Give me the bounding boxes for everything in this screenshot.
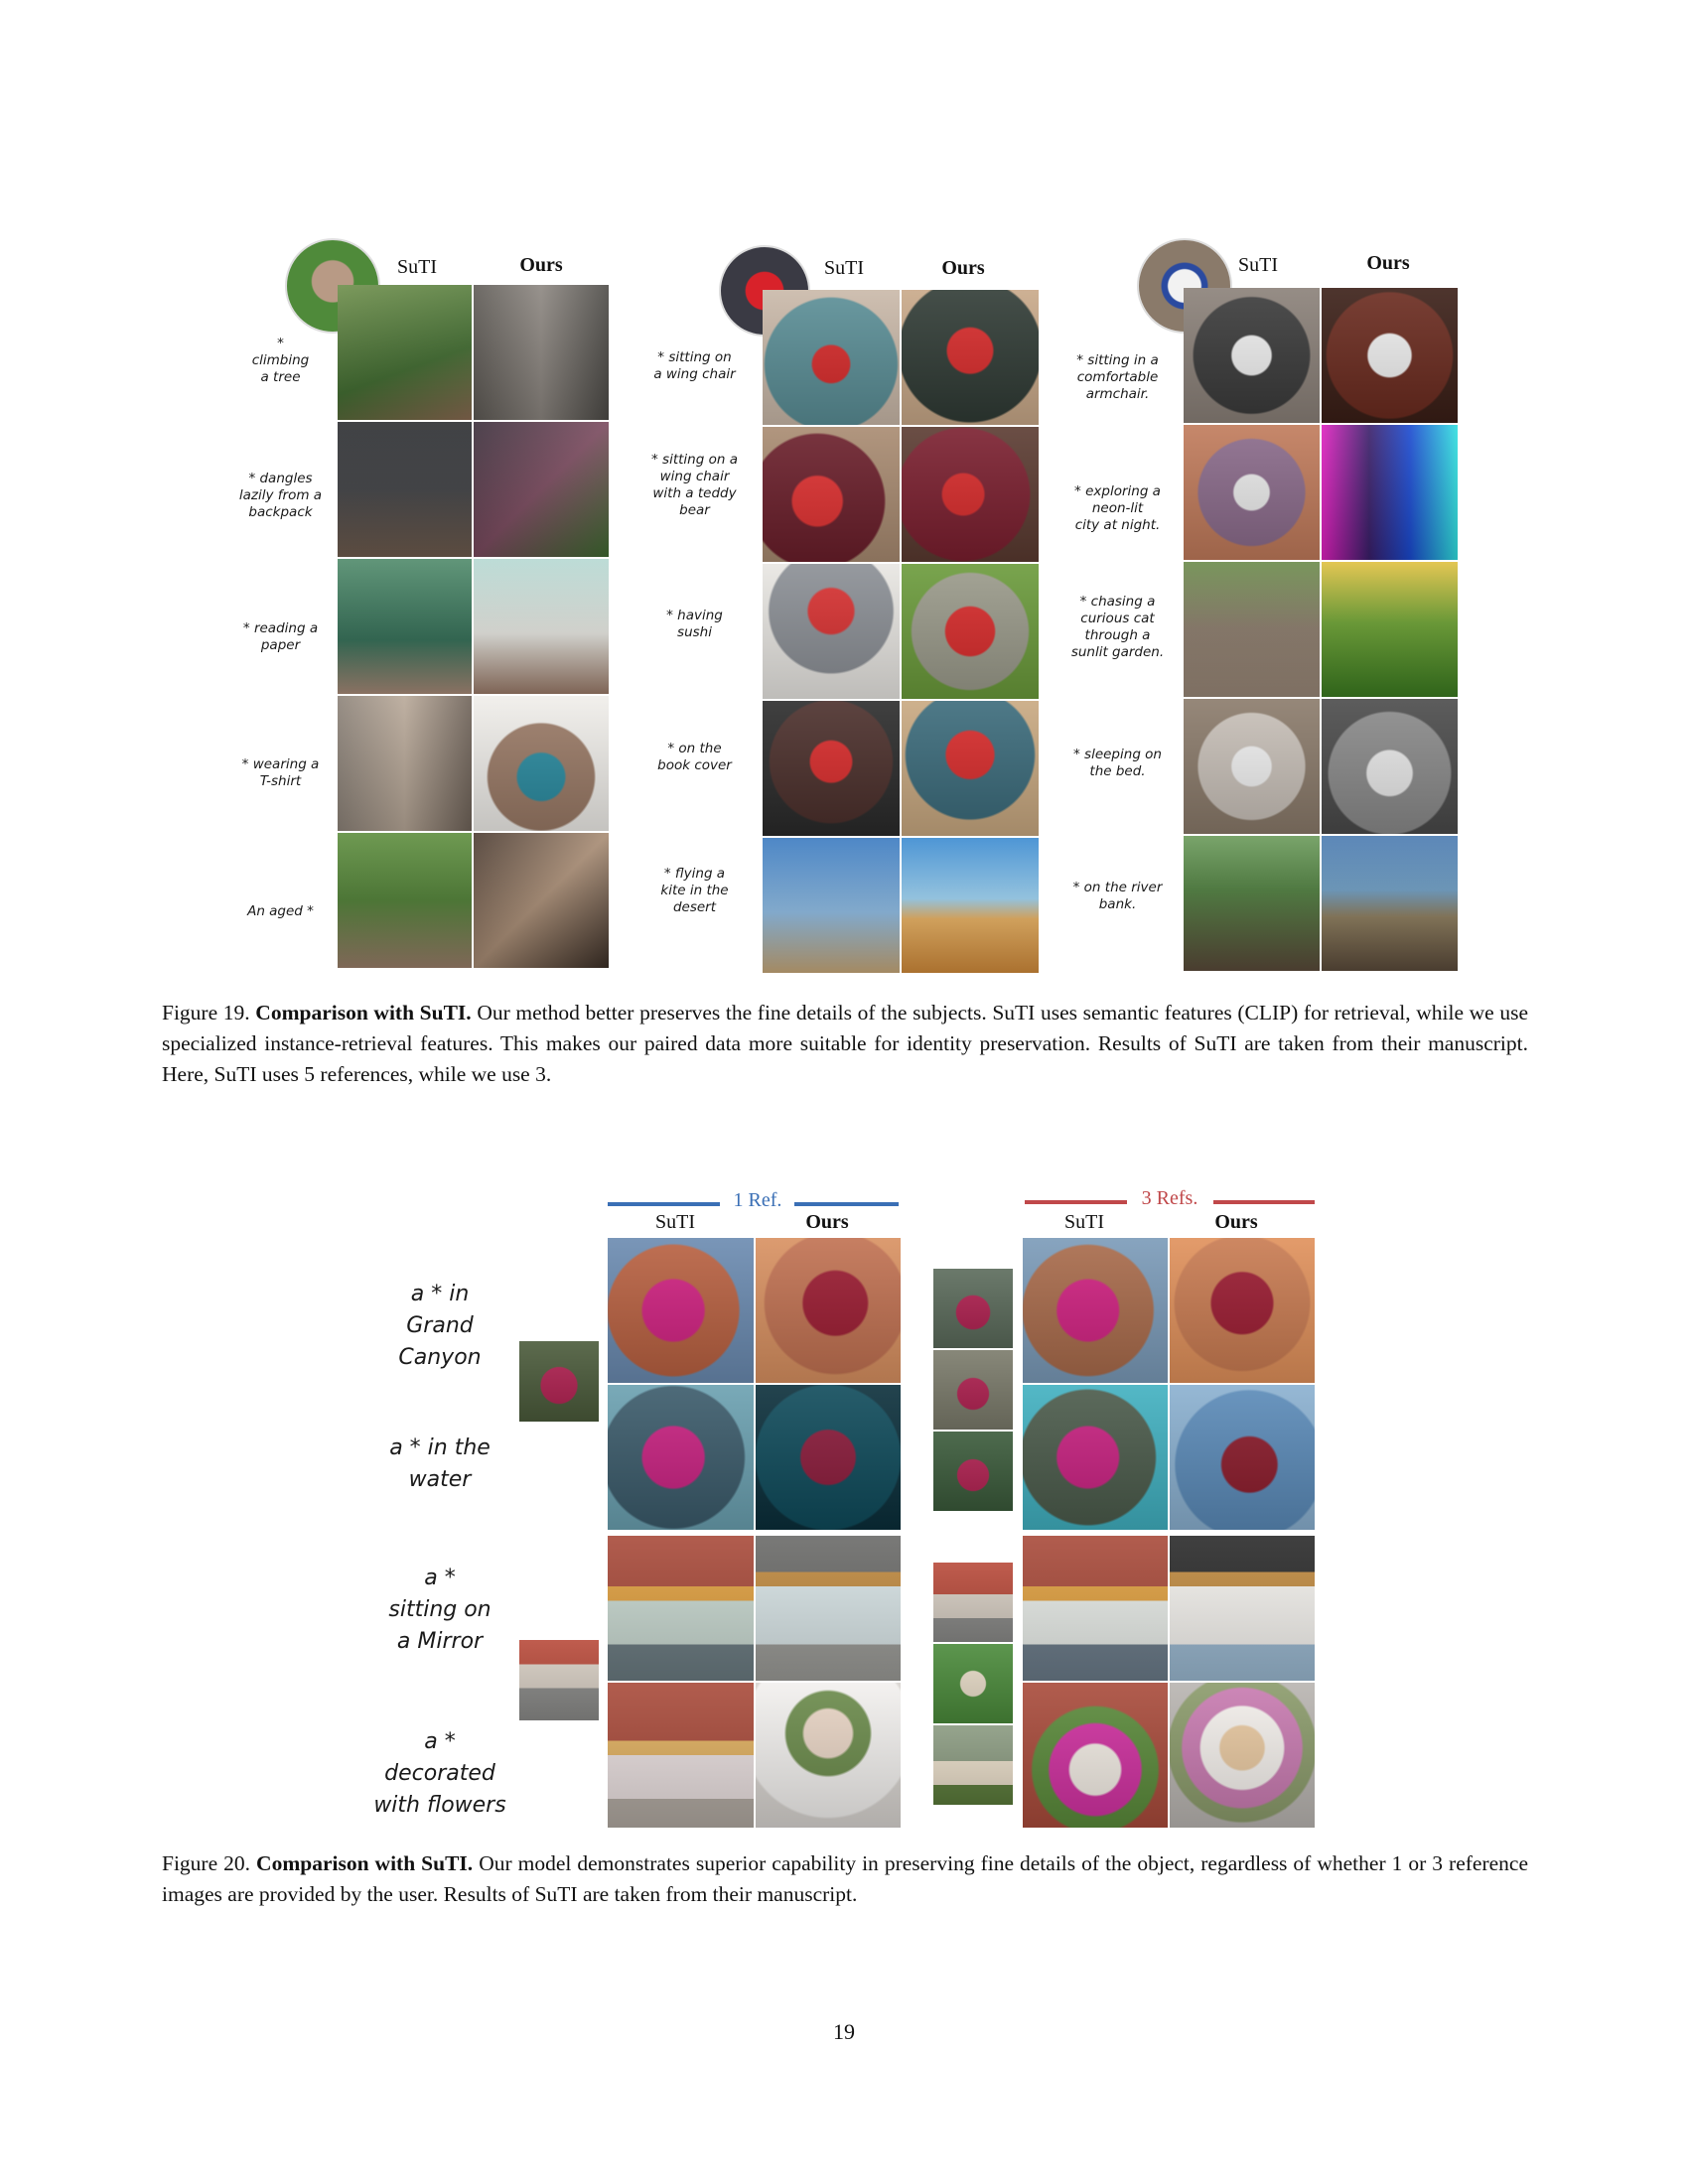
- suti-result-image: [1184, 836, 1320, 971]
- suti-result-image: [338, 696, 472, 831]
- suti-header: SuTI: [1238, 254, 1278, 276]
- prompt-label: * having sushi: [666, 608, 723, 640]
- prompt-label: * reading a paper: [242, 620, 319, 653]
- ours-result-image: [902, 838, 1039, 973]
- suti-result-image: [1023, 1238, 1168, 1383]
- prompt-label: * dangles lazily from a backpack: [238, 471, 323, 520]
- prompt-label: * wearing a T-shirt: [241, 756, 320, 789]
- ref1-bracket-right: [794, 1202, 899, 1206]
- ours-header: Ours: [1366, 252, 1410, 274]
- prompt-label: * chasing a curious cat through a sunlit…: [1070, 594, 1165, 660]
- ours-header: Ours: [941, 257, 985, 279]
- prompt-label: * sitting on a wing chair with a teddy b…: [651, 452, 738, 518]
- suti-result-image: [763, 290, 900, 425]
- suti-result-image: [1023, 1683, 1168, 1828]
- ours-result-image: [756, 1385, 901, 1530]
- reference-image-candle: [933, 1725, 1013, 1805]
- ours-result-image: [902, 290, 1039, 425]
- prompt-label: * sitting in a comfortable armchair.: [1076, 352, 1159, 402]
- suti-result-image: [763, 427, 900, 562]
- prompt-label: * climbing a tree: [251, 336, 310, 385]
- suti-result-image: [608, 1683, 754, 1828]
- reference-image-backpack: [933, 1269, 1013, 1348]
- suti-result-image: [338, 833, 472, 968]
- suti-result-image: [338, 422, 472, 557]
- reference-image-backpack: [519, 1341, 599, 1422]
- prompt-label: * flying a kite in the desert: [660, 866, 729, 915]
- ours-result-image: [474, 696, 609, 831]
- ours-result-image: [1322, 836, 1458, 971]
- ours-result-image: [756, 1536, 901, 1681]
- suti-result-image: [1184, 699, 1320, 834]
- caption-title: Comparison with SuTI.: [256, 1851, 474, 1875]
- prompt-label: a * in the water: [389, 1435, 491, 1492]
- prompt-label: * exploring a neon-lit city at night.: [1074, 483, 1161, 533]
- suti-header: SuTI: [655, 1211, 695, 1233]
- reference-image-candle: [933, 1563, 1013, 1642]
- prompt-label: a * in Grand Canyon: [398, 1282, 482, 1370]
- prompt-label: * on the river bank.: [1072, 880, 1163, 912]
- prompt-label: An aged *: [247, 903, 314, 919]
- ours-result-image: [474, 285, 609, 420]
- ours-result-image: [1322, 425, 1458, 560]
- ours-result-image: [1322, 562, 1458, 697]
- ref1-label: 1 Ref.: [733, 1189, 782, 1211]
- ours-result-image: [756, 1683, 901, 1828]
- reference-image-backpack: [933, 1350, 1013, 1430]
- ours-result-image: [1170, 1536, 1315, 1681]
- ours-result-image: [1170, 1683, 1315, 1828]
- suti-header: SuTI: [1064, 1211, 1104, 1233]
- suti-result-image: [763, 701, 900, 836]
- ours-result-image: [474, 833, 609, 968]
- ours-result-image: [474, 559, 609, 694]
- ours-result-image: [902, 427, 1039, 562]
- caption-label: Figure 20.: [162, 1851, 251, 1875]
- ours-header: Ours: [805, 1211, 849, 1233]
- figure-20-caption: Figure 20. Comparison with SuTI. Our mod…: [162, 1848, 1528, 1910]
- prompt-label: * sitting on a wing chair: [653, 349, 736, 382]
- prompt-label: * sleeping on the bed.: [1073, 747, 1162, 779]
- suti-result-image: [608, 1385, 754, 1530]
- suti-result-image: [1023, 1385, 1168, 1530]
- caption-title: Comparison with SuTI.: [255, 1001, 472, 1024]
- ours-result-image: [902, 701, 1039, 836]
- reference-image-candle: [933, 1644, 1013, 1723]
- ours-header: Ours: [1214, 1211, 1258, 1233]
- suti-result-image: [763, 838, 900, 973]
- ours-result-image: [1170, 1385, 1315, 1530]
- reference-image-backpack: [933, 1432, 1013, 1511]
- ref3-bracket-right: [1213, 1200, 1315, 1204]
- ours-result-image: [902, 564, 1039, 699]
- reference-image-candle: [519, 1640, 599, 1720]
- suti-result-image: [608, 1238, 754, 1383]
- ours-result-image: [474, 422, 609, 557]
- suti-result-image: [1184, 562, 1320, 697]
- ours-result-image: [756, 1238, 901, 1383]
- ours-result-image: [1322, 699, 1458, 834]
- suti-result-image: [1184, 425, 1320, 560]
- prompt-label: a * decorated with flowers: [373, 1729, 506, 1818]
- page-number: 19: [833, 2019, 855, 2044]
- suti-result-image: [1023, 1536, 1168, 1681]
- ref3-label: 3 Refs.: [1141, 1187, 1198, 1209]
- suti-header: SuTI: [397, 256, 437, 278]
- caption-label: Figure 19.: [162, 1001, 250, 1024]
- suti-result-image: [608, 1536, 754, 1681]
- figure-19-caption: Figure 19. Comparison with SuTI. Our met…: [162, 998, 1528, 1090]
- ours-header: Ours: [519, 254, 563, 276]
- suti-result-image: [1184, 288, 1320, 423]
- ref1-bracket-left: [608, 1202, 720, 1206]
- ours-result-image: [1322, 288, 1458, 423]
- suti-result-image: [338, 559, 472, 694]
- suti-header: SuTI: [824, 257, 864, 279]
- ref3-bracket-left: [1025, 1200, 1127, 1204]
- ours-result-image: [1170, 1238, 1315, 1383]
- suti-result-image: [763, 564, 900, 699]
- suti-result-image: [338, 285, 472, 420]
- prompt-label: * on the book cover: [657, 741, 732, 773]
- prompt-label: a * sitting on a Mirror: [388, 1566, 492, 1654]
